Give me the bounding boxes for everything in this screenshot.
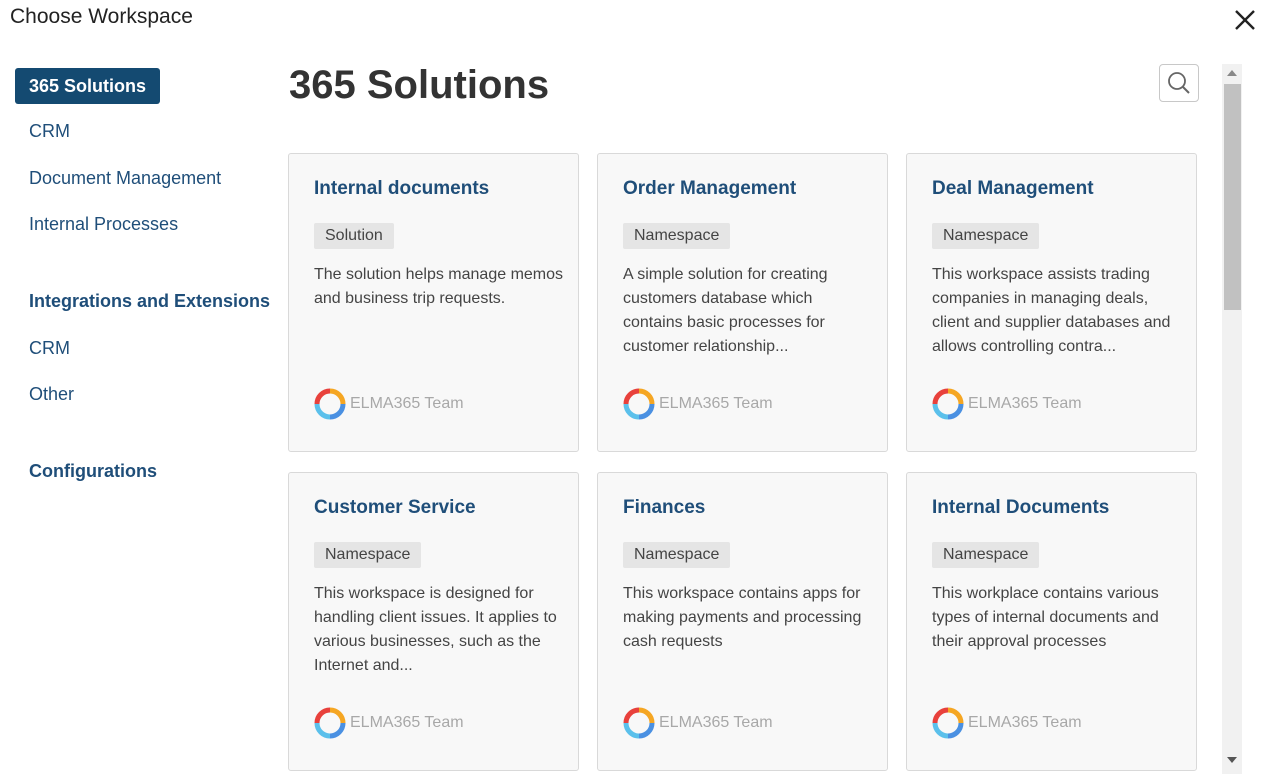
- card-description: This workspace assists trading companies…: [932, 266, 1171, 355]
- card-badge: Namespace: [623, 223, 731, 249]
- workspace-card[interactable]: Internal documents Solution The solution…: [288, 153, 579, 452]
- page-title: 365 Solutions: [289, 63, 550, 107]
- card-badge: Namespace: [932, 542, 1040, 568]
- card-title: Finances: [623, 497, 706, 518]
- elma365-logo-icon: [932, 707, 964, 739]
- workspace-card[interactable]: Order Management Namespace A simple solu…: [597, 153, 888, 452]
- card-badge: Namespace: [932, 223, 1040, 249]
- card-badge: Solution: [314, 223, 394, 249]
- dialog-title: Choose Workspace: [10, 5, 193, 28]
- elma365-logo-icon: [932, 388, 964, 420]
- sidebar-item-document-management[interactable]: Document Management: [29, 168, 221, 189]
- scrollbar-thumb[interactable]: [1224, 84, 1241, 310]
- card-footer: ELMA365 Team: [623, 707, 773, 739]
- card-description: The solution helps manage memos and busi…: [314, 266, 564, 307]
- sidebar-item-crm[interactable]: CRM: [29, 121, 70, 142]
- card-badge: Namespace: [314, 542, 422, 568]
- card-author: ELMA365 Team: [659, 714, 773, 731]
- card-footer: ELMA365 Team: [623, 388, 773, 420]
- search-icon: [1168, 72, 1190, 94]
- sidebar-section-configurations[interactable]: Configurations: [29, 461, 157, 482]
- card-badge: Namespace: [623, 542, 731, 568]
- scroll-up-icon[interactable]: [1227, 70, 1237, 76]
- sidebar-item-internal-processes[interactable]: Internal Processes: [29, 214, 178, 235]
- workspace-card[interactable]: Internal Documents Namespace This workpl…: [906, 472, 1197, 771]
- elma365-logo-icon: [314, 707, 346, 739]
- workspace-card[interactable]: Customer Service Namespace This workspac…: [288, 472, 579, 771]
- close-button[interactable]: [1232, 7, 1258, 33]
- card-title: Customer Service: [314, 497, 476, 518]
- card-title: Internal Documents: [932, 497, 1110, 518]
- card-author: ELMA365 Team: [659, 395, 773, 412]
- card-footer: ELMA365 Team: [932, 388, 1082, 420]
- card-footer: ELMA365 Team: [932, 707, 1082, 739]
- scroll-down-icon[interactable]: [1227, 757, 1237, 763]
- sidebar-item-other[interactable]: Other: [29, 384, 74, 405]
- sidebar-item-integrations-crm[interactable]: CRM: [29, 338, 70, 359]
- card-author: ELMA365 Team: [968, 714, 1082, 731]
- sidebar-item-365-solutions[interactable]: 365 Solutions: [15, 68, 161, 104]
- close-icon: [1235, 10, 1255, 30]
- card-description: This workspace is designed for handling …: [314, 585, 557, 674]
- card-description: This workspace contains apps for making …: [623, 585, 862, 650]
- card-footer: ELMA365 Team: [314, 388, 464, 420]
- card-title: Order Management: [623, 178, 797, 199]
- card-footer: ELMA365 Team: [314, 707, 464, 739]
- search-button[interactable]: [1159, 64, 1199, 102]
- elma365-logo-icon: [623, 388, 655, 420]
- card-description: A simple solution for creating customers…: [623, 266, 828, 355]
- workspace-card[interactable]: Finances Namespace This workspace contai…: [597, 472, 888, 771]
- card-author: ELMA365 Team: [968, 395, 1082, 412]
- elma365-logo-icon: [314, 388, 346, 420]
- workspace-card[interactable]: Deal Management Namespace This workspace…: [906, 153, 1197, 452]
- sidebar-section-integrations[interactable]: Integrations and Extensions: [29, 291, 270, 312]
- card-title: Internal documents: [314, 178, 490, 199]
- card-author: ELMA365 Team: [350, 395, 464, 412]
- card-description: This workplace contains various types of…: [932, 585, 1159, 650]
- elma365-logo-icon: [623, 707, 655, 739]
- card-title: Deal Management: [932, 178, 1094, 199]
- card-author: ELMA365 Team: [350, 714, 464, 731]
